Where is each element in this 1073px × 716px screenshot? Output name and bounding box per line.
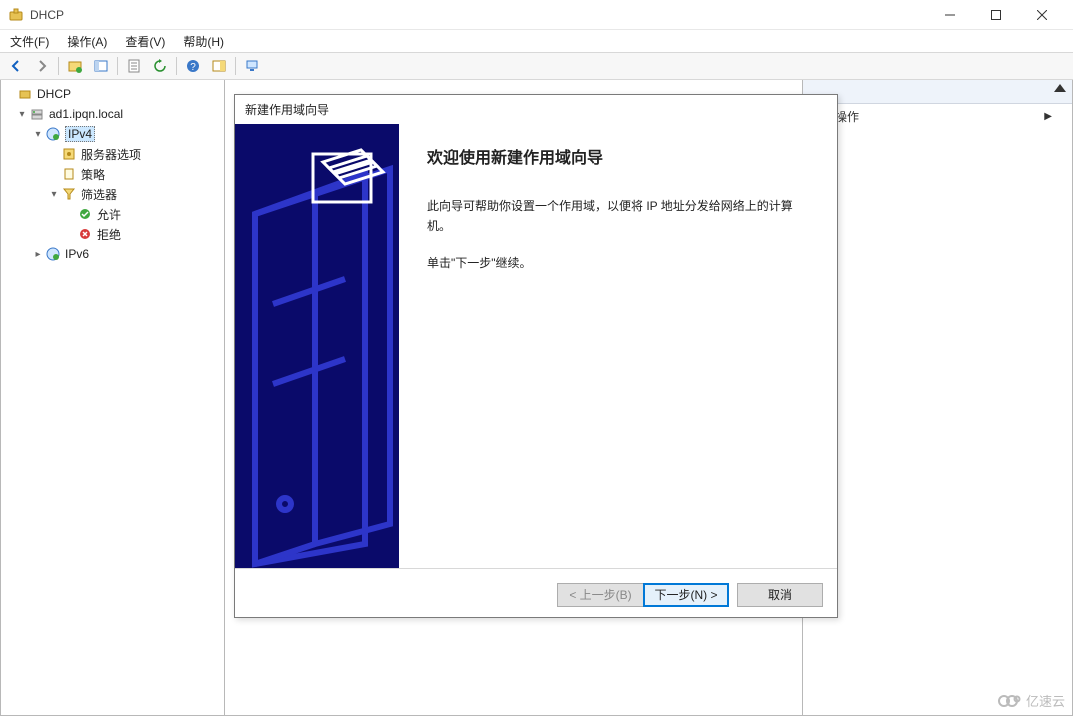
ipv4-icon: [45, 126, 61, 142]
wizard-banner: [235, 124, 399, 568]
title-bar: DHCP: [0, 0, 1073, 30]
server-icon: [29, 106, 45, 122]
toolbar-separator: [235, 57, 236, 75]
wizard-heading: 欢迎使用新建作用域向导: [427, 144, 809, 168]
window-controls: [927, 0, 1065, 30]
tree-label: 策略: [81, 166, 105, 183]
actions-panel: 操作 多操作 ▶: [803, 80, 1073, 716]
menu-view[interactable]: 查看(V): [121, 31, 169, 52]
watermark-text: 亿速云: [1026, 691, 1065, 710]
tree-policy[interactable]: 策略: [1, 164, 224, 184]
tree-label: 服务器选项: [81, 146, 141, 163]
tree-label: 允许: [97, 206, 121, 223]
tree-label: 拒绝: [97, 226, 121, 243]
menu-file[interactable]: 文件(F): [6, 31, 53, 52]
toolbar-separator: [58, 57, 59, 75]
chevron-right-icon: ▶: [1044, 111, 1052, 122]
tree-label: DHCP: [37, 87, 71, 101]
maximize-button[interactable]: [973, 0, 1019, 30]
policy-icon: [61, 166, 77, 182]
tree-label: ad1.ipqn.local: [49, 107, 123, 121]
svg-text:?: ?: [190, 62, 196, 73]
wizard-footer: < 上一步(B) 下一步(N) > 取消: [235, 568, 837, 620]
actions-more-ops[interactable]: 多操作 ▶: [803, 104, 1072, 128]
wizard-cancel-button[interactable]: 取消: [737, 583, 823, 607]
forward-button[interactable]: [30, 55, 54, 77]
tree-ipv6[interactable]: ▸ IPv6: [1, 244, 224, 264]
properties-button[interactable]: [122, 55, 146, 77]
help-button[interactable]: ?: [181, 55, 205, 77]
dhcp-app-icon: [8, 7, 24, 23]
tree-filter[interactable]: ▾ 筛选器: [1, 184, 224, 204]
allow-icon: [77, 206, 93, 222]
window-title: DHCP: [30, 8, 927, 22]
wizard-body-1: 此向导可帮助你设置一个作用域，以便将 IP 地址分发给网络上的计算机。: [427, 196, 809, 237]
collapse-arrow-icon[interactable]: [1054, 84, 1066, 92]
new-scope-wizard: 新建作用域向导: [234, 94, 838, 618]
tree-panel[interactable]: DHCP ▾ ad1.ipqn.local ▾ IPv4 服务器选项 策略 ▾ …: [0, 80, 225, 716]
toolbar: ?: [0, 52, 1073, 80]
wizard-body: 欢迎使用新建作用域向导 此向导可帮助你设置一个作用域，以便将 IP 地址分发给网…: [235, 124, 837, 568]
refresh-button[interactable]: [148, 55, 172, 77]
tree-label: IPv6: [65, 247, 89, 261]
minimize-button[interactable]: [927, 0, 973, 30]
new-scope-button[interactable]: [63, 55, 87, 77]
ipv6-icon: [45, 246, 61, 262]
tree-label: 筛选器: [81, 186, 117, 203]
menu-action[interactable]: 操作(A): [63, 31, 111, 52]
collapse-icon[interactable]: ▾: [47, 189, 61, 200]
wizard-back-button[interactable]: < 上一步(B): [557, 583, 643, 607]
tree-root[interactable]: DHCP: [1, 84, 224, 104]
wizard-title: 新建作用域向导: [235, 95, 837, 124]
collapse-icon[interactable]: ▾: [31, 129, 45, 140]
action-pane-button[interactable]: [207, 55, 231, 77]
wizard-body-2: 单击"下一步"继续。: [427, 253, 809, 273]
collapse-icon[interactable]: ▾: [15, 109, 29, 120]
server-button[interactable]: [240, 55, 264, 77]
toolbar-separator: [176, 57, 177, 75]
expand-icon[interactable]: ▸: [31, 249, 45, 260]
tree-ipv4[interactable]: ▾ IPv4: [1, 124, 224, 144]
tree-server-options[interactable]: 服务器选项: [1, 144, 224, 164]
back-button[interactable]: [4, 55, 28, 77]
menu-bar: 文件(F) 操作(A) 查看(V) 帮助(H): [0, 30, 1073, 52]
watermark: 亿速云: [996, 691, 1065, 710]
actions-header[interactable]: 操作: [803, 80, 1072, 104]
tree-server[interactable]: ▾ ad1.ipqn.local: [1, 104, 224, 124]
tree-deny[interactable]: 拒绝: [1, 224, 224, 244]
wizard-content: 欢迎使用新建作用域向导 此向导可帮助你设置一个作用域，以便将 IP 地址分发给网…: [399, 124, 837, 568]
options-icon: [61, 146, 77, 162]
wizard-nav-buttons: < 上一步(B) 下一步(N) >: [557, 583, 729, 607]
filter-icon: [61, 186, 77, 202]
deny-icon: [77, 226, 93, 242]
show-hide-console-button[interactable]: [89, 55, 113, 77]
menu-help[interactable]: 帮助(H): [179, 31, 228, 52]
tree-allow[interactable]: 允许: [1, 204, 224, 224]
wizard-next-button[interactable]: 下一步(N) >: [643, 583, 729, 607]
tree-label: IPv4: [65, 126, 95, 142]
dhcp-icon: [17, 86, 33, 102]
toolbar-separator: [117, 57, 118, 75]
close-button[interactable]: [1019, 0, 1065, 30]
